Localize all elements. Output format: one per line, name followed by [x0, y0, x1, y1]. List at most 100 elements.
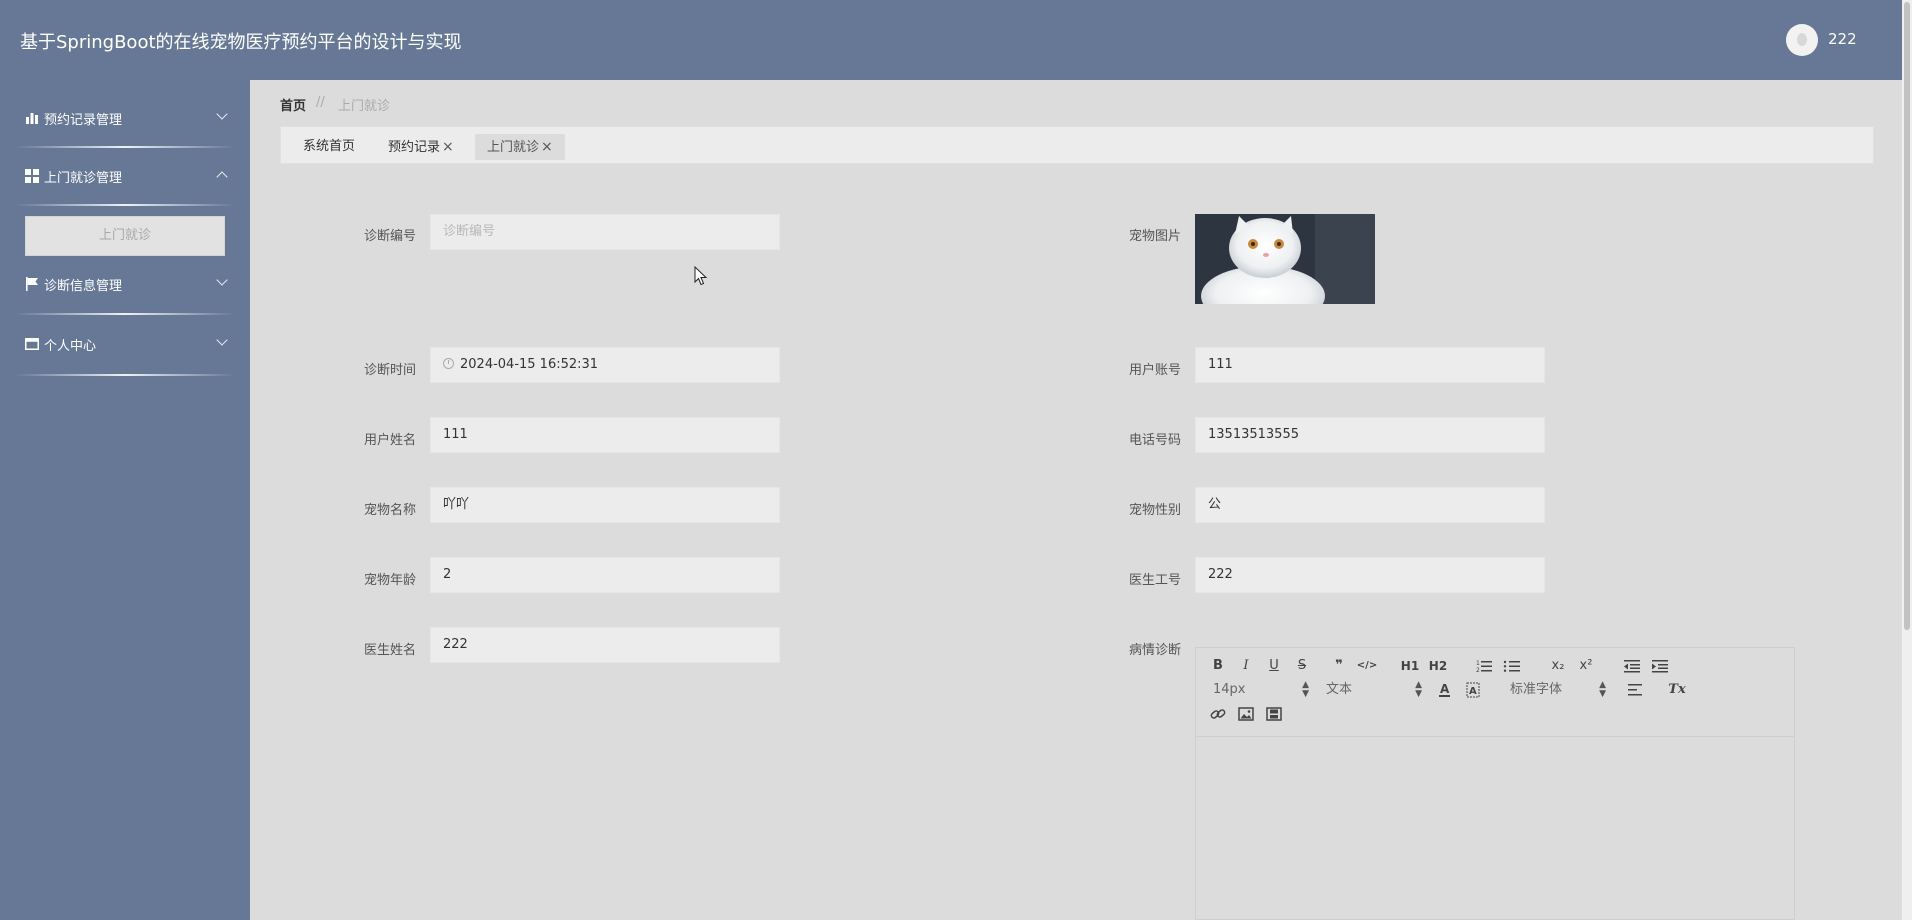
label-doctor-id: 医生工号 — [1129, 573, 1182, 588]
label-pet-gender: 宠物性别 — [1129, 503, 1182, 518]
tab-system-home[interactable]: 系统首页 — [303, 134, 355, 160]
underline-button[interactable]: U — [1263, 657, 1285, 675]
italic-button[interactable]: I — [1235, 657, 1257, 675]
strike-button[interactable]: S — [1291, 657, 1313, 675]
label-pet-name: 宠物名称 — [364, 503, 417, 518]
app-title: 基于SpringBoot的在线宠物医疗预约平台的设计与实现 — [20, 32, 462, 53]
code-button[interactable]: </> — [1356, 657, 1378, 675]
sidebar: 预约记录管理 上门就诊管理 诊断信息管理 个人中心 — [0, 80, 250, 920]
svg-text:1: 1 — [1476, 660, 1480, 667]
updown-arrow-icon: ▲ ▼ — [1599, 680, 1606, 699]
label-condition-diagnosis: 病情诊断 — [1129, 643, 1182, 658]
menu-divider — [15, 313, 235, 315]
chevron-down-icon — [216, 274, 228, 286]
chevron-down-icon — [216, 108, 228, 120]
diagnosis-time-input[interactable]: 2024-04-15 16:52:31 — [430, 347, 780, 383]
font-family-select[interactable]: 标准字体 ▲ ▼ — [1510, 681, 1606, 699]
chevron-up-icon — [216, 171, 228, 183]
mouse-cursor-icon — [694, 266, 708, 286]
user-name-input[interactable]: 111 — [430, 417, 780, 453]
sidebar-menu-diagnosis-info[interactable]: 诊断信息管理 — [0, 264, 250, 304]
menu-divider — [15, 374, 235, 376]
chevron-down-icon — [216, 334, 228, 346]
diagnosis-no-input[interactable]: 诊断编号 — [430, 214, 780, 250]
pet-age-input[interactable]: 2 — [430, 557, 780, 593]
sidebar-menu-personal-center[interactable]: 个人中心 — [0, 324, 250, 364]
subscript-button[interactable]: x₂ — [1547, 657, 1569, 675]
grid-icon — [25, 169, 39, 183]
svg-text:A: A — [1440, 682, 1450, 696]
diagnosis-time-value: 2024-04-15 16:52:31 — [460, 357, 599, 372]
video-icon[interactable] — [1263, 705, 1285, 723]
font-family-value: 标准字体 — [1510, 682, 1563, 697]
doctor-name-input[interactable]: 222 — [430, 627, 780, 663]
sidebar-menu-home-visit[interactable]: 上门就诊管理 — [0, 156, 250, 196]
flag-icon — [26, 277, 38, 291]
header-select-value: 文本 — [1326, 682, 1353, 697]
font-color-icon[interactable]: A — [1434, 681, 1456, 699]
rich-text-editor[interactable]: B I U S ❞ </> H1 H2 12 x₂ x² 14px ▲ ▼ 文本 ▲ ▼… — [1195, 647, 1795, 920]
username[interactable]: 222 — [1828, 30, 1857, 48]
svg-text:A: A — [1469, 686, 1477, 697]
user-avatar[interactable] — [1786, 24, 1818, 56]
outdent-icon[interactable] — [1621, 657, 1643, 675]
phone-input[interactable]: 13513513555 — [1195, 417, 1545, 453]
breadcrumb-current: 上门就诊 — [338, 99, 391, 114]
sidebar-menu-label: 诊断信息管理 — [44, 279, 123, 294]
h2-button[interactable]: H2 — [1427, 657, 1449, 675]
bullet-list-icon[interactable] — [1501, 657, 1523, 675]
bold-button[interactable]: B — [1207, 657, 1229, 675]
user-account-input[interactable]: 111 — [1195, 347, 1545, 383]
sidebar-menu-appointment-records[interactable]: 预约记录管理 — [0, 98, 250, 138]
breadcrumb-separator: // — [316, 95, 325, 110]
blockquote-button[interactable]: ❞ — [1328, 657, 1350, 675]
pet-name-input[interactable]: 吖吖 — [430, 487, 780, 523]
close-icon[interactable]: × — [541, 139, 553, 155]
close-icon[interactable]: × — [442, 139, 454, 155]
sidebar-menu-label: 预约记录管理 — [44, 113, 123, 128]
breadcrumb-home[interactable]: 首页 — [280, 95, 306, 114]
label-pet-age: 宠物年龄 — [364, 573, 417, 588]
align-left-icon[interactable] — [1624, 681, 1646, 699]
tab-home-visit[interactable]: 上门就诊 × — [475, 134, 565, 160]
clear-format-button[interactable]: Tx — [1666, 681, 1688, 699]
h1-button[interactable]: H1 — [1399, 657, 1421, 675]
bar-chart-icon — [26, 113, 38, 124]
image-icon[interactable] — [1235, 705, 1257, 723]
sidebar-menu-label: 上门就诊管理 — [44, 171, 123, 186]
top-header: 基于SpringBoot的在线宠物医疗预约平台的设计与实现 222 — [0, 0, 1902, 80]
tab-label: 预约记录 — [388, 140, 441, 155]
tab-bar: 系统首页 预约记录 × 上门就诊 × — [280, 126, 1874, 164]
tab-label: 系统首页 — [303, 139, 356, 154]
updown-arrow-icon: ▲ ▼ — [1302, 680, 1309, 699]
label-user-account: 用户账号 — [1129, 363, 1182, 378]
editor-toolbar-divider — [1196, 736, 1794, 737]
font-size-select[interactable]: 14px ▲ ▼ — [1213, 681, 1309, 699]
header-select[interactable]: 文本 ▲ ▼ — [1326, 681, 1422, 699]
label-diagnosis-no: 诊断编号 — [364, 229, 417, 244]
label-diagnosis-time: 诊断时间 — [364, 363, 417, 378]
svg-text:2: 2 — [1476, 667, 1480, 674]
pet-image[interactable] — [1195, 214, 1375, 304]
sidebar-subitem-home-visit[interactable]: 上门就诊 — [25, 216, 225, 256]
menu-divider — [15, 146, 235, 148]
label-user-name: 用户姓名 — [364, 433, 417, 448]
sidebar-menu-label: 个人中心 — [44, 339, 97, 354]
updown-arrow-icon: ▲ ▼ — [1415, 680, 1422, 699]
label-pet-image: 宠物图片 — [1129, 229, 1182, 244]
link-icon[interactable] — [1207, 705, 1229, 723]
background-color-icon[interactable]: A — [1462, 681, 1484, 699]
pet-gender-input[interactable]: 公 — [1195, 487, 1545, 523]
font-size-value: 14px — [1213, 682, 1246, 697]
label-phone: 电话号码 — [1129, 433, 1182, 448]
superscript-button[interactable]: x² — [1575, 657, 1597, 675]
ordered-list-icon[interactable]: 12 — [1473, 657, 1495, 675]
doctor-id-input[interactable]: 222 — [1195, 557, 1545, 593]
menu-divider — [15, 204, 235, 206]
clock-icon — [443, 358, 454, 369]
label-doctor-name: 医生姓名 — [364, 643, 417, 658]
indent-icon[interactable] — [1649, 657, 1671, 675]
scrollbar-thumb[interactable] — [1904, 2, 1910, 630]
tab-appointment-records[interactable]: 预约记录 × — [388, 134, 454, 160]
window-icon — [25, 338, 39, 350]
